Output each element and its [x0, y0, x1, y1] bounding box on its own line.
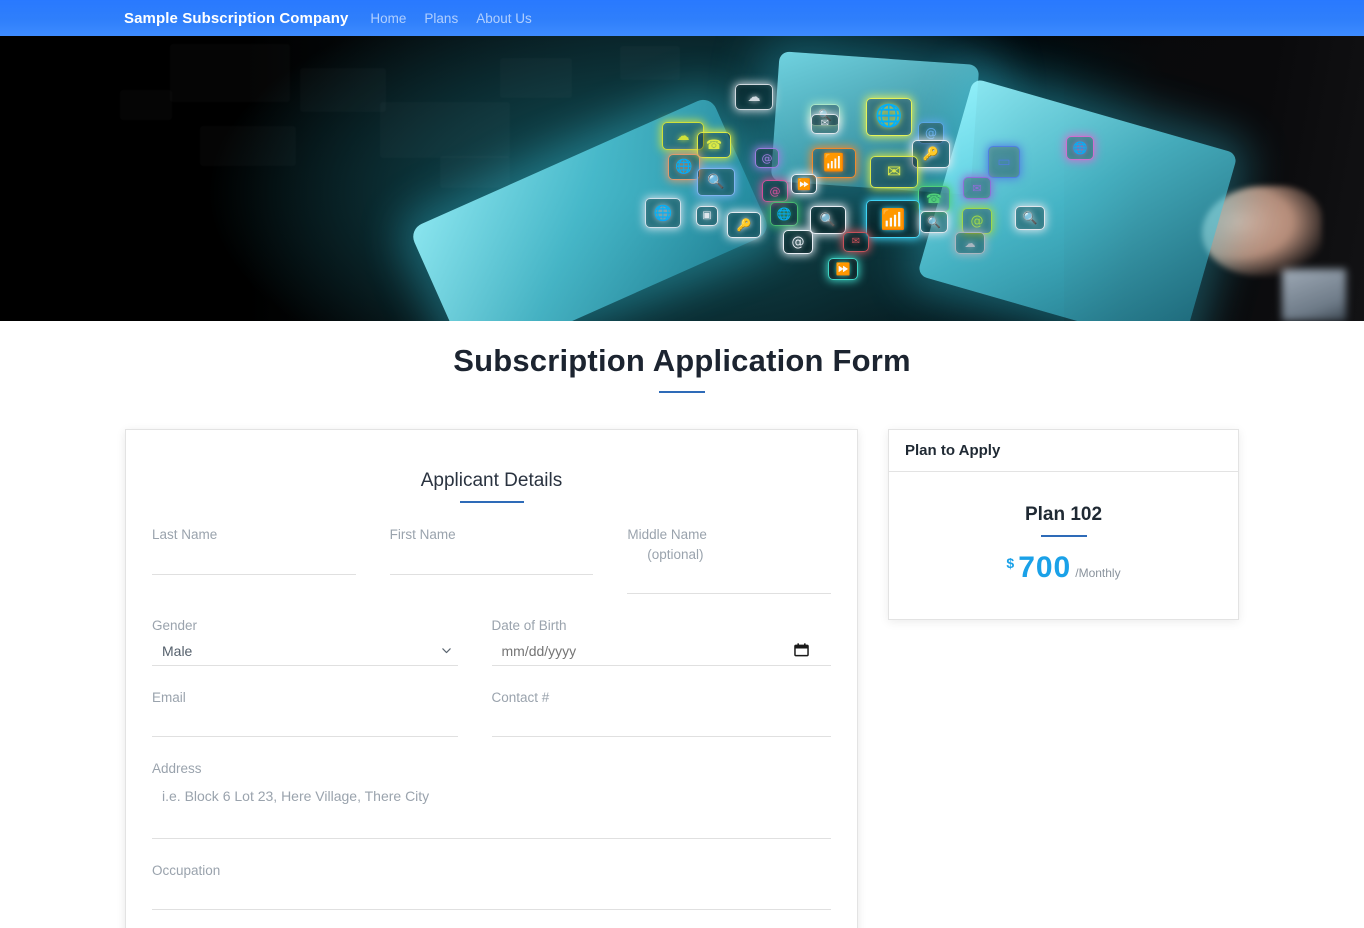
globe-icon: 🌐	[866, 98, 912, 136]
row-email-contact: Email Contact #	[152, 688, 831, 738]
address-label: Address	[152, 761, 202, 777]
email-label: Email	[152, 689, 186, 705]
key-icon: 🔑	[727, 212, 761, 238]
gender-select-wrap: Male Female	[152, 637, 458, 666]
plan-card-body: Plan 102 $ 700 /Monthly	[889, 472, 1238, 619]
phone-icon: ☎	[697, 132, 731, 158]
last-name-input[interactable]	[152, 546, 356, 575]
nav-link-about-us[interactable]: About Us	[476, 11, 532, 26]
plan-to-apply-card: Plan to Apply Plan 102 $ 700 /Monthly	[888, 429, 1239, 620]
field-address: Address	[152, 759, 831, 839]
plan-amount: 700	[1018, 551, 1072, 584]
play-icon: ⏩	[828, 258, 858, 280]
date-of-birth-label: Date of Birth	[491, 618, 567, 634]
address-textarea[interactable]	[152, 780, 831, 839]
envelope-icon: ✉	[811, 114, 839, 134]
first-name-label: First Name	[389, 527, 456, 542]
email-input[interactable]	[152, 709, 458, 738]
globe-icon: 🌐	[645, 198, 681, 228]
form-heading-underline	[459, 501, 524, 503]
envelope-icon: ✉	[870, 156, 918, 188]
field-first-name: First Name	[389, 525, 628, 594]
search-icon: 🔍	[697, 168, 735, 196]
date-of-birth-input[interactable]	[491, 637, 831, 666]
contact-input[interactable]	[491, 709, 831, 738]
at-icon: @	[962, 208, 992, 234]
middle-name-label-text: Middle Name	[627, 527, 707, 542]
applicant-form-card: Applicant Details Last Name First Name M…	[125, 429, 858, 928]
plan-card-header: Plan to Apply	[889, 430, 1238, 472]
plan-name-underline	[1040, 535, 1087, 537]
wifi-icon: 📶	[866, 200, 920, 238]
at-icon: @	[762, 180, 788, 202]
nav-links: Home Plans About Us	[370, 11, 531, 26]
gender-select[interactable]: Male Female	[152, 637, 458, 666]
globe-icon: 🌐	[1066, 136, 1094, 160]
nav-link-home[interactable]: Home	[370, 11, 406, 26]
at-icon: @	[755, 148, 779, 168]
envelope-icon: ✉	[843, 232, 869, 252]
plan-currency-symbol: $	[1006, 555, 1015, 571]
field-gender: Gender Male Female	[152, 616, 492, 666]
row-occupation: Occupation	[152, 861, 831, 911]
field-last-name: Last Name	[152, 525, 390, 594]
globe-icon: 🌐	[770, 202, 798, 226]
tablet-icon: ▭	[988, 146, 1020, 178]
row-gender-dob: Gender Male Female Date of Birth	[152, 616, 831, 666]
content-area: Applicant Details Last Name First Name M…	[0, 393, 1364, 928]
first-name-input[interactable]	[389, 546, 594, 575]
plan-price: $ 700 /Monthly	[905, 551, 1222, 585]
play-icon: ⏩	[791, 174, 817, 194]
phone-icon: ☎	[918, 186, 950, 212]
at-icon: @	[783, 230, 813, 254]
cloud-icon: ☁	[955, 232, 985, 254]
occupation-input[interactable]	[152, 882, 831, 911]
occupation-label: Occupation	[152, 862, 221, 878]
plan-period: /Monthly	[1075, 566, 1121, 580]
nav-link-plans[interactable]: Plans	[424, 11, 458, 26]
form-heading: Applicant Details	[420, 470, 563, 491]
row-names: Last Name First Name Middle Name (option…	[152, 525, 832, 595]
hero-image: ☁ ☁ ☎ 🌐 🔍 ✉ @ 🔑 🌐 @ 📶 ✉ ▭ 🌐 🔍 @ ⏩ ✉ ☎ 🌐 …	[0, 36, 1364, 321]
wifi-icon: 📶	[812, 148, 856, 178]
hero-banner: ☁ ☁ ☎ 🌐 🔍 ✉ @ 🔑 🌐 @ 📶 ✉ ▭ 🌐 🔍 @ ⏩ ✉ ☎ 🌐 …	[0, 36, 1364, 321]
search-icon: 🔍	[920, 211, 948, 233]
cloud-icon: ☁	[735, 84, 773, 110]
middle-name-label: Middle Name (optional)	[627, 525, 831, 564]
row-address: Address	[152, 759, 831, 839]
envelope-icon: ✉	[963, 177, 991, 199]
globe-icon: 🌐	[668, 154, 700, 180]
middle-name-optional-text: (optional)	[647, 546, 704, 562]
field-date-of-birth: Date of Birth	[491, 616, 831, 666]
brand-title[interactable]: Sample Subscription Company	[124, 10, 348, 27]
date-of-birth-wrap	[491, 637, 831, 666]
field-email: Email	[152, 688, 492, 738]
last-name-label: Last Name	[152, 527, 218, 542]
square-icon: ▣	[696, 206, 718, 226]
field-occupation: Occupation	[152, 861, 831, 911]
navbar: Sample Subscription Company Home Plans A…	[0, 0, 1364, 36]
search-icon: 🔍	[810, 206, 846, 234]
search-icon: 🔍	[1015, 206, 1045, 230]
page-title: Subscription Application Form	[453, 343, 911, 378]
middle-name-input[interactable]	[627, 566, 832, 595]
field-contact: Contact #	[491, 688, 831, 738]
gender-label: Gender	[152, 618, 198, 634]
field-middle-name: Middle Name (optional)	[627, 525, 832, 595]
page-body: Subscription Application Form Applicant …	[0, 321, 1364, 928]
plan-name: Plan 102	[1024, 504, 1103, 525]
contact-label: Contact #	[491, 689, 550, 705]
